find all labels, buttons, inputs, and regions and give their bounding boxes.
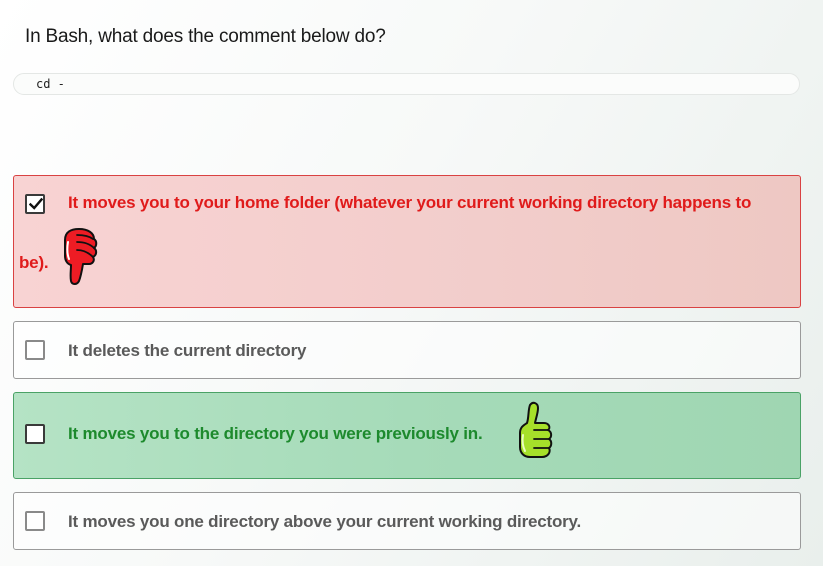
- answer-checkbox-4[interactable]: [25, 511, 45, 531]
- answer-option-1[interactable]: It moves you to your home folder (whatev…: [13, 175, 801, 308]
- code-block: cd -: [13, 73, 800, 95]
- thumbs-up-icon: [519, 401, 553, 458]
- answer-text-1: It moves you to your home folder (whatev…: [68, 193, 752, 212]
- answer-option-2[interactable]: It deletes the current directory: [13, 321, 801, 379]
- answer-checkbox-1[interactable]: [25, 194, 45, 214]
- answer-text-3: It moves you to the directory you were p…: [68, 424, 483, 443]
- answer-text-1-continued: be).: [19, 253, 49, 272]
- answer-option-4[interactable]: It moves you one directory above your cu…: [13, 492, 801, 550]
- answer-checkbox-2[interactable]: [25, 340, 45, 360]
- checkmark-icon: [29, 197, 43, 210]
- answer-checkbox-3[interactable]: [25, 424, 45, 444]
- answer-text-4: It moves you one directory above your cu…: [68, 512, 582, 531]
- answer-option-3[interactable]: It moves you to the directory you were p…: [13, 392, 801, 479]
- code-text: cd -: [36, 77, 65, 91]
- question-title: In Bash, what does the comment below do?: [25, 26, 386, 47]
- answer-text-2: It deletes the current directory: [68, 341, 307, 360]
- thumbs-down-icon: [64, 228, 98, 285]
